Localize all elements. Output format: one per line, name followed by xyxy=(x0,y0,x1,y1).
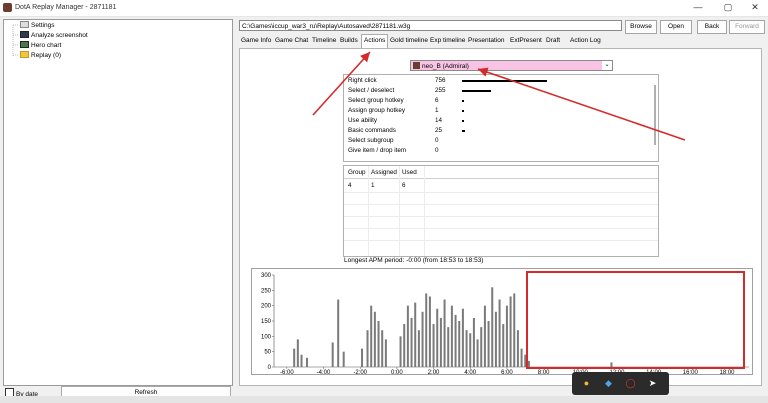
annotation-arrows xyxy=(312,51,686,141)
vscode-icon[interactable]: ◆ xyxy=(603,378,614,389)
arrow-to-player-select xyxy=(477,67,686,141)
opera-icon[interactable]: ◯ xyxy=(625,378,636,389)
chrome-icon[interactable]: ● xyxy=(581,378,592,389)
status-bar xyxy=(0,396,768,403)
telegram-icon[interactable]: ➤ xyxy=(647,378,658,389)
arrow-to-actions-tab xyxy=(312,51,371,116)
floating-taskbar: ● ◆ ◯ ➤ xyxy=(572,372,669,395)
